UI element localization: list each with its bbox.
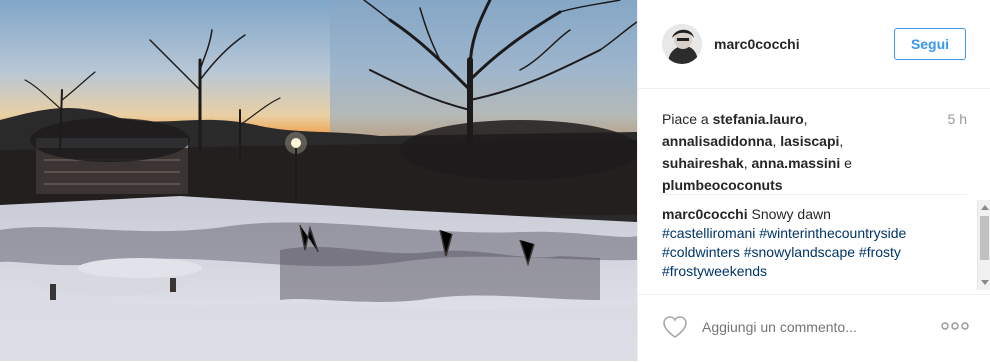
divider <box>662 194 967 195</box>
scroll-down-arrow-icon[interactable] <box>981 280 989 285</box>
heart-icon[interactable] <box>662 315 688 339</box>
liker-username[interactable]: stefania.lauro <box>713 111 804 127</box>
hashtag-link[interactable]: #coldwinters <box>662 244 740 260</box>
scroll-up-arrow-icon[interactable] <box>981 205 989 210</box>
post-header: marc0cocchi Segui <box>638 0 990 89</box>
hashtag-link[interactable]: #snowylandscape <box>744 244 855 260</box>
likes-separator: , <box>803 111 808 127</box>
post-actions <box>638 294 990 362</box>
hashtag-link[interactable]: #winterinthecountryside <box>759 225 906 241</box>
likes-separator: , <box>743 155 752 171</box>
likes-conjunction: e <box>840 155 852 171</box>
snowy-dawn-photo <box>0 0 637 361</box>
avatar-image <box>662 24 702 64</box>
post-sidebar: marc0cocchi Segui Piace a stefania.lauro… <box>637 0 990 361</box>
liker-username[interactable]: suhaireshak <box>662 155 744 171</box>
scrollbar-thumb[interactable] <box>980 216 989 260</box>
likes-prefix: Piace a <box>662 111 713 127</box>
comments-list: marc0cocchi Snowy dawn #castelliromani #… <box>662 205 962 285</box>
more-options-icon[interactable] <box>941 319 969 333</box>
liker-username[interactable]: lasiscapi <box>780 133 839 149</box>
comments-scrollbar[interactable] <box>977 200 990 290</box>
avatar[interactable] <box>662 24 702 64</box>
comment-input[interactable] <box>700 315 914 339</box>
hashtag-link[interactable]: #frosty <box>859 244 901 260</box>
instagram-post: marc0cocchi Segui Piace a stefania.lauro… <box>0 0 990 361</box>
liker-username[interactable]: anna.massini <box>752 155 841 171</box>
follow-button[interactable]: Segui <box>894 28 966 60</box>
caption-author[interactable]: marc0cocchi <box>662 206 748 222</box>
liker-username[interactable]: plumbeococonuts <box>662 177 783 193</box>
caption-text: Snowy dawn <box>747 206 831 222</box>
username[interactable]: marc0cocchi <box>714 36 800 52</box>
post-time[interactable]: 5 h <box>948 108 967 130</box>
hashtag-link[interactable]: #frostyweekends <box>662 263 767 279</box>
hashtag-link[interactable]: #castelliromani <box>662 225 755 241</box>
likes-separator: , <box>839 133 844 149</box>
likes-text: Piace a stefania.lauro, annalisadidonna,… <box>662 108 922 196</box>
liker-username[interactable]: annalisadidonna <box>662 133 772 149</box>
post-photo[interactable] <box>0 0 637 361</box>
